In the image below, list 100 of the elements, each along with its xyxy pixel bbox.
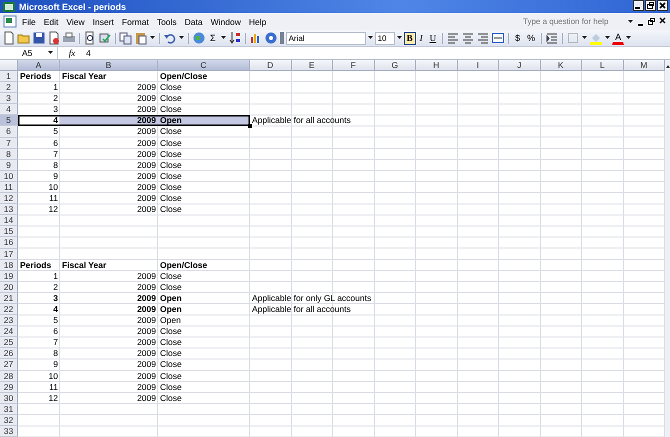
row-header[interactable]: 17 — [0, 248, 18, 260]
globe-icon[interactable] — [192, 31, 206, 45]
table-cell: Open — [160, 294, 182, 303]
menu-item[interactable]: Format — [118, 16, 152, 26]
menu-item[interactable]: Tools — [154, 16, 180, 26]
column-header[interactable]: E — [292, 60, 333, 71]
new-document-icon[interactable] — [2, 31, 16, 45]
help-search-field[interactable]: Type a question for help — [521, 17, 625, 26]
table-cell: Open/Close — [160, 260, 208, 270]
align-center-icon[interactable] — [461, 31, 476, 45]
column-header[interactable]: L — [582, 60, 624, 71]
column-header[interactable]: A — [18, 60, 60, 71]
row-header[interactable]: 2 — [0, 82, 18, 94]
align-right-icon[interactable] — [476, 31, 490, 45]
menu-item[interactable]: Help — [246, 16, 270, 26]
underline-button[interactable]: U — [426, 32, 440, 44]
sort-ascending-icon[interactable] — [228, 31, 242, 45]
menu-item[interactable]: Window — [208, 16, 244, 26]
column-header[interactable]: K — [540, 60, 582, 71]
indent-icon[interactable] — [545, 31, 560, 45]
spelling-icon[interactable] — [98, 31, 112, 45]
row-header[interactable]: 5 — [0, 115, 18, 126]
row-header[interactable]: 21 — [0, 292, 18, 304]
row-header[interactable]: 19 — [0, 270, 18, 282]
row-header[interactable]: 3 — [0, 93, 18, 104]
restore-icon[interactable] — [645, 0, 656, 14]
row-header[interactable]: 9 — [0, 160, 18, 171]
paste-icon[interactable] — [134, 31, 148, 45]
undo-icon[interactable] — [163, 31, 177, 45]
menu-item[interactable]: Insert — [90, 16, 117, 26]
row-header[interactable]: 12 — [0, 193, 18, 204]
column-header[interactable]: B — [60, 60, 158, 71]
fill-color-icon[interactable] — [589, 31, 604, 45]
save-icon[interactable] — [32, 31, 46, 45]
percent-button[interactable]: % — [524, 32, 538, 44]
row-header[interactable]: 1 — [0, 71, 18, 82]
merge-center-icon[interactable] — [491, 31, 506, 45]
column-header[interactable]: J — [499, 60, 540, 71]
formula-field[interactable]: 4 — [86, 48, 91, 58]
italic-button[interactable]: I — [416, 32, 426, 44]
row-header[interactable]: 7 — [0, 138, 18, 149]
menu-item[interactable]: Edit — [40, 16, 62, 26]
column-header[interactable]: G — [374, 60, 416, 71]
row-header[interactable]: 26 — [0, 348, 18, 360]
row-header[interactable]: 29 — [0, 382, 18, 393]
column-header[interactable]: D — [250, 60, 292, 71]
row-header[interactable]: 23 — [0, 315, 18, 326]
row-header[interactable]: 8 — [0, 148, 18, 160]
font-name-field[interactable]: Arial — [286, 32, 366, 44]
row-header[interactable]: 11 — [0, 182, 18, 194]
column-header[interactable]: H — [416, 60, 458, 71]
row-header[interactable]: 28 — [0, 370, 18, 382]
column-header[interactable]: F — [333, 60, 374, 71]
row-header[interactable]: 20 — [0, 282, 18, 293]
row-header[interactable]: 32 — [0, 414, 18, 426]
minimize-icon[interactable] — [633, 0, 644, 14]
row-header[interactable]: 18 — [0, 260, 18, 271]
font-size-field[interactable]: 10 — [374, 32, 395, 44]
copy-icon[interactable] — [119, 31, 133, 45]
name-box[interactable]: A5 — [0, 47, 58, 59]
row-header[interactable]: 25 — [0, 337, 18, 348]
table-cell: 2009 — [137, 127, 156, 136]
table-cell: Fiscal Year — [62, 260, 106, 270]
row-header[interactable]: 13 — [0, 204, 18, 216]
align-left-icon[interactable] — [446, 31, 460, 45]
table-cell: 2009 — [137, 272, 156, 281]
menu-item[interactable]: View — [63, 16, 88, 26]
row-header[interactable]: 27 — [0, 359, 18, 371]
table-cell: Close — [160, 194, 182, 204]
row-header[interactable]: 10 — [0, 170, 18, 182]
table-cell: Open — [160, 304, 182, 314]
row-header[interactable]: 22 — [0, 304, 18, 316]
bold-button[interactable]: B — [404, 32, 416, 44]
window-title: Microsoft Excel - periods — [19, 2, 128, 12]
row-header[interactable]: 33 — [0, 426, 18, 437]
printer-icon[interactable] — [62, 31, 76, 45]
row-header[interactable]: 15 — [0, 226, 18, 238]
table-cell: Close — [160, 349, 182, 358]
column-header[interactable]: C — [158, 60, 250, 71]
fill-handle[interactable] — [248, 124, 252, 128]
toolbar-grip-icon[interactable] — [278, 31, 285, 45]
column-header[interactable]: I — [458, 60, 499, 71]
table-cell: 2009 — [137, 349, 156, 358]
close-icon[interactable] — [657, 0, 668, 14]
insert-function-button[interactable]: fx — [58, 48, 86, 58]
table-cell: 6 — [53, 327, 58, 336]
row-header[interactable]: 31 — [0, 404, 18, 415]
row-header[interactable]: 24 — [0, 326, 18, 338]
autosum-button[interactable]: Σ — [207, 32, 219, 44]
row-header[interactable]: 30 — [0, 392, 18, 404]
menu-item[interactable]: File — [19, 16, 39, 26]
menu-item[interactable]: Data — [182, 16, 206, 26]
vertical-scrollbar[interactable] — [665, 60, 670, 437]
workbook-icon[interactable] — [3, 14, 17, 28]
row-header[interactable]: 6 — [0, 126, 18, 138]
row-header[interactable]: 14 — [0, 215, 18, 226]
row-header[interactable]: 16 — [0, 237, 18, 248]
row-header[interactable]: 4 — [0, 104, 18, 116]
column-header[interactable]: M — [624, 60, 665, 71]
currency-button[interactable]: $ — [512, 32, 524, 44]
